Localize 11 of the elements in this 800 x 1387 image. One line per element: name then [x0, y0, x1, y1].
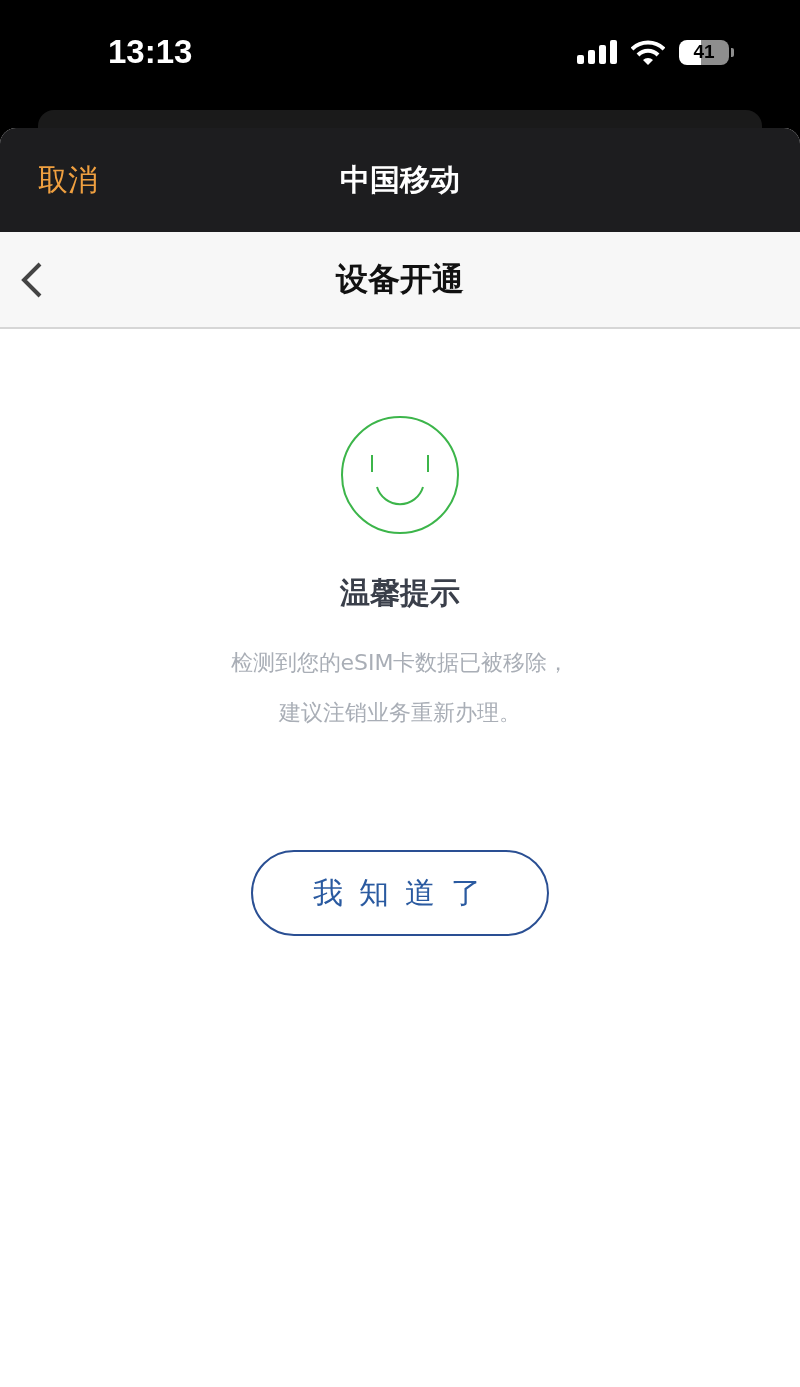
- sheet-title: 中国移动: [340, 160, 460, 199]
- notice-message: 建议注销业务重新办理。: [279, 699, 521, 727]
- cancel-link[interactable]: 取消: [38, 159, 98, 201]
- wifi-icon: [631, 39, 665, 65]
- notice-message: 检测到您的eSIM卡数据已被移除，: [230, 649, 570, 677]
- notice-title: 温馨提示: [340, 574, 460, 612]
- signal-icon: [577, 40, 617, 64]
- acknowledge-button[interactable]: 我知道了: [251, 850, 549, 936]
- smiley-icon: [340, 415, 460, 535]
- status-time: 13:13: [108, 33, 193, 71]
- page-title: 设备开通: [336, 258, 464, 300]
